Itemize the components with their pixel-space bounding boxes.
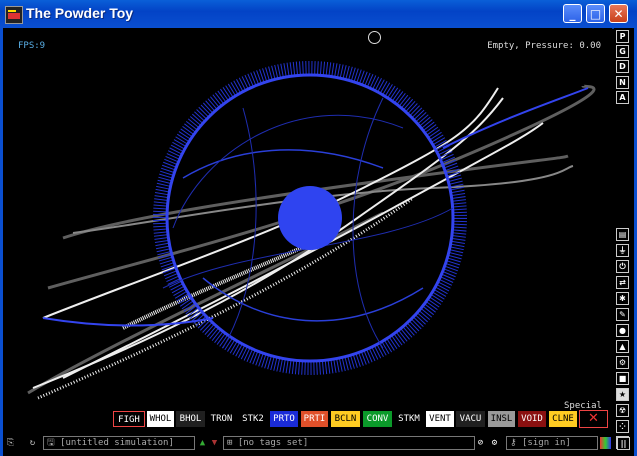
render-mode-d[interactable]: D xyxy=(616,60,629,73)
render-mode-a[interactable]: A xyxy=(616,91,629,104)
render-mode-p[interactable]: P xyxy=(616,30,629,43)
element-conv[interactable]: CONV xyxy=(363,411,392,427)
element-prto[interactable]: PRTO xyxy=(270,411,298,427)
simulation-canvas[interactable] xyxy=(3,28,612,406)
save-icon: 🖫 xyxy=(47,438,55,448)
flask-icon[interactable]: ▲ xyxy=(616,340,629,353)
drop-icon[interactable]: ● xyxy=(616,324,629,337)
particle-render xyxy=(27,61,596,400)
white-particle-streams xyxy=(32,87,544,400)
clear-sim-icon[interactable]: ⊘ xyxy=(475,437,486,449)
bomb-icon[interactable]: ✱ xyxy=(616,292,629,305)
render-mode-g[interactable]: G xyxy=(616,45,629,58)
power-icon[interactable]: ⏻ xyxy=(616,260,629,273)
fps-counter: FPS:9 xyxy=(18,41,46,51)
tags-label: [no tags set] xyxy=(237,438,309,448)
element-insl[interactable]: INSL xyxy=(488,411,515,427)
plug-icon[interactable]: ⏚ xyxy=(616,244,629,257)
sign-in-label: [sign in] xyxy=(522,438,571,448)
radiation-icon[interactable]: ☢ xyxy=(616,404,629,417)
element-void[interactable]: VOID xyxy=(518,411,546,427)
element-stk2[interactable]: STK2 xyxy=(238,411,268,427)
pause-button[interactable]: || xyxy=(617,437,630,450)
tag-icon: ⊞ xyxy=(227,438,233,448)
portal-core xyxy=(278,186,342,250)
vote-up-icon[interactable]: ▲ xyxy=(197,437,208,449)
element-tron[interactable]: TRON xyxy=(207,411,236,427)
save-name-button[interactable]: 🖫 [untitled simulation] xyxy=(43,436,195,450)
element-bhol[interactable]: BHOL xyxy=(176,411,205,427)
pencil-icon[interactable]: ✎ xyxy=(616,308,629,321)
star-icon[interactable]: ★ xyxy=(616,388,629,401)
element-vent[interactable]: VENT xyxy=(426,411,454,427)
element-figh[interactable]: FIGH xyxy=(113,411,145,427)
clear-selection-icon[interactable]: ✕ xyxy=(579,410,608,428)
simulation-name: [untitled simulation] xyxy=(60,438,174,448)
open-icon[interactable]: ⎘ xyxy=(5,437,16,449)
vote-down-icon[interactable]: ▼ xyxy=(209,437,220,449)
element-whol[interactable]: WHOL xyxy=(147,411,174,427)
render-mode-n[interactable]: N xyxy=(616,76,629,89)
arrows-icon[interactable]: ⇄ xyxy=(616,276,629,289)
pressure-status: Empty, Pressure: 0.00 xyxy=(487,41,601,51)
element-stkm[interactable]: STKM xyxy=(394,411,424,427)
title-bar: The Powder Toy _ □ ✕ xyxy=(0,0,637,29)
settings-icon[interactable]: ⚙ xyxy=(489,437,500,449)
sign-in-button[interactable]: ⚷ [sign in] xyxy=(506,436,598,450)
square-icon[interactable]: ■ xyxy=(616,372,629,385)
dots-icon[interactable]: ⁘ xyxy=(616,420,629,433)
close-button[interactable]: ✕ xyxy=(609,4,628,23)
render-options-icon[interactable] xyxy=(600,437,611,449)
maximize-button[interactable]: □ xyxy=(586,4,605,23)
key-icon: ⚷ xyxy=(510,438,517,448)
tags-button[interactable]: ⊞ [no tags set] xyxy=(223,436,475,450)
element-bcln[interactable]: BCLN xyxy=(331,411,360,427)
window-title: The Powder Toy xyxy=(26,5,134,21)
element-clne[interactable]: CLNE xyxy=(549,411,577,427)
app-icon xyxy=(5,6,23,24)
element-prti[interactable]: PRTI xyxy=(301,411,328,427)
gear-icon[interactable]: ⚙ xyxy=(616,356,629,369)
brush-cursor xyxy=(368,31,381,44)
minimize-button[interactable]: _ xyxy=(563,4,582,23)
element-vacu[interactable]: VACU xyxy=(456,411,485,427)
right-menu: P G D N A ▤ ⏚ ⏻ ⇄ ✱ ✎ ● ▲ ⚙ ■ ★ ☢ ⁘ ♀ xyxy=(614,28,634,456)
reload-icon[interactable]: ↻ xyxy=(27,437,38,449)
bottom-bar: ⎘ ↻ 🖫 [untitled simulation] ▲ ▼ ⊞ [no ta… xyxy=(3,435,612,453)
text-icon[interactable]: ▤ xyxy=(616,228,629,241)
